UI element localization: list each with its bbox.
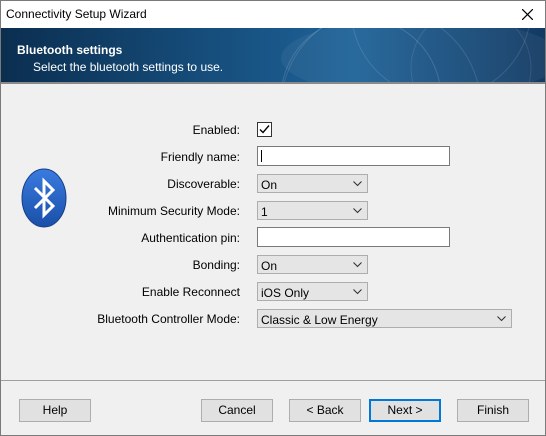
- enabled-checkbox[interactable]: [257, 122, 272, 137]
- discoverable-select[interactable]: On: [257, 174, 368, 193]
- auth-pin-label: Authentication pin:: [141, 231, 240, 245]
- min-security-label: Minimum Security Mode:: [107, 204, 240, 218]
- footer-divider: [1, 380, 545, 381]
- controller-mode-value: Classic & Low Energy: [261, 313, 378, 327]
- chevron-down-icon: [353, 208, 362, 214]
- bluetooth-icon: [21, 168, 67, 228]
- back-button[interactable]: < Back: [289, 399, 361, 422]
- text-caret: [261, 150, 262, 162]
- controller-mode-select[interactable]: Classic & Low Energy: [257, 309, 512, 328]
- finish-button[interactable]: Finish: [457, 399, 529, 422]
- friendly-name-input[interactable]: [257, 146, 450, 166]
- enable-reconnect-label: Enable Reconnect: [141, 285, 240, 299]
- wizard-window: Connectivity Setup Wizard Bluetooth sett…: [0, 0, 546, 436]
- controller-mode-label: Bluetooth Controller Mode:: [97, 312, 240, 326]
- enable-reconnect-select[interactable]: iOS Only: [257, 282, 368, 301]
- discoverable-label: Discoverable:: [167, 177, 240, 191]
- chevron-down-icon: [353, 289, 362, 295]
- chevron-down-icon: [353, 181, 362, 187]
- close-button[interactable]: [511, 1, 545, 28]
- chevron-down-icon: [353, 262, 362, 268]
- window-title: Connectivity Setup Wizard: [6, 7, 147, 21]
- banner-subtitle: Select the bluetooth settings to use.: [33, 60, 224, 74]
- header-banner: Bluetooth settings Select the bluetooth …: [1, 28, 545, 82]
- min-security-select[interactable]: 1: [257, 201, 368, 220]
- checkmark-icon: [259, 125, 270, 134]
- enable-reconnect-value: iOS Only: [261, 286, 310, 300]
- next-button[interactable]: Next >: [369, 399, 441, 422]
- bonding-label: Bonding:: [192, 258, 240, 272]
- banner-divider: [1, 82, 545, 84]
- discoverable-value: On: [261, 178, 278, 192]
- enabled-label: Enabled:: [192, 123, 240, 137]
- bonding-select[interactable]: On: [257, 255, 368, 274]
- friendly-name-label: Friendly name:: [160, 150, 240, 164]
- close-icon: [522, 9, 533, 20]
- cancel-button[interactable]: Cancel: [201, 399, 273, 422]
- help-button[interactable]: Help: [19, 399, 91, 422]
- chevron-down-icon: [497, 316, 506, 322]
- auth-pin-input[interactable]: [257, 227, 450, 247]
- banner-title: Bluetooth settings: [17, 43, 123, 57]
- bonding-value: On: [261, 259, 278, 273]
- title-bar: Connectivity Setup Wizard: [1, 1, 545, 28]
- min-security-value: 1: [261, 205, 268, 219]
